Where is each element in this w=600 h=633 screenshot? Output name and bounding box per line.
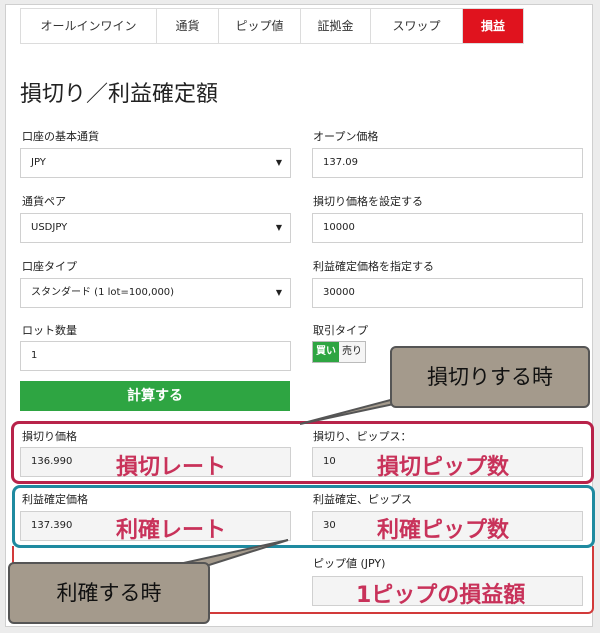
open-price-input[interactable]: 137.09 xyxy=(312,148,583,178)
tab-pip-value[interactable]: ピップ値 xyxy=(219,9,301,43)
sl-pips-annotation: 損切ピップ数 xyxy=(377,455,510,480)
currency-pair-value: USDJPY xyxy=(31,222,68,233)
open-price-label: オープン価格 xyxy=(313,130,379,143)
lot-input[interactable]: 1 xyxy=(20,341,291,371)
sl-rate-annotation: 損切レート xyxy=(116,455,227,480)
dropdown-arrow-icon: ▼ xyxy=(275,158,282,167)
account-type-label: 口座タイプ xyxy=(22,260,77,273)
account-type-value: スタンダード (1 lot=100,000) xyxy=(31,287,175,298)
tab-currency[interactable]: 通貨 xyxy=(157,9,219,43)
buy-toggle[interactable]: 買い xyxy=(313,342,339,362)
tab-bar: オールインワイン 通貨 ピップ値 証拠金 スワップ 損益 xyxy=(20,8,524,44)
stop-loss-label: 損切り価格を設定する xyxy=(313,195,423,208)
dropdown-arrow-icon: ▼ xyxy=(275,223,282,232)
calculate-button[interactable]: 計算する xyxy=(20,381,290,411)
tp-rate-annotation: 利確レート xyxy=(116,518,227,543)
base-currency-value: JPY xyxy=(31,157,46,168)
page-title: 損切り／利益確定額 xyxy=(20,82,219,107)
base-currency-select[interactable]: JPY ▼ xyxy=(20,148,291,178)
dropdown-arrow-icon: ▼ xyxy=(275,288,282,297)
take-profit-input[interactable]: 30000 xyxy=(312,278,583,308)
tab-profit-loss[interactable]: 損益 xyxy=(463,9,523,43)
trade-type-label: 取引タイプ xyxy=(313,324,368,337)
lot-label: ロット数量 xyxy=(22,324,77,337)
tab-all-in-one[interactable]: オールインワイン xyxy=(21,9,157,43)
trade-type-toggle: 買い 売り xyxy=(312,341,366,363)
stop-loss-input[interactable]: 10000 xyxy=(312,213,583,243)
account-type-select[interactable]: スタンダード (1 lot=100,000) ▼ xyxy=(20,278,291,308)
currency-pair-label: 通貨ペア xyxy=(22,195,66,208)
tab-margin[interactable]: 証拠金 xyxy=(301,9,371,43)
loss-callout: 損切りする時 xyxy=(390,346,590,408)
take-profit-label: 利益確定価格を指定する xyxy=(313,260,434,273)
tab-swap[interactable]: スワップ xyxy=(371,9,463,43)
tp-pips-annotation: 利確ピップ数 xyxy=(377,518,510,543)
currency-pair-select[interactable]: USDJPY ▼ xyxy=(20,213,291,243)
sell-toggle[interactable]: 売り xyxy=(339,342,365,362)
base-currency-label: 口座の基本通貨 xyxy=(22,130,99,143)
pip-value-annotation: 1ピップの損益額 xyxy=(356,583,526,608)
profit-callout: 利確する時 xyxy=(8,562,210,624)
